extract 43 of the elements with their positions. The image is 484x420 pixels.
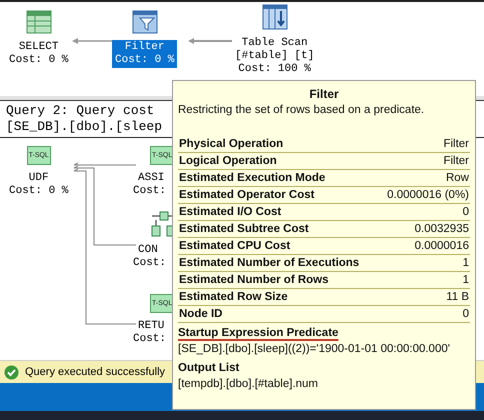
property-name: Estimated Operator Cost: [179, 188, 314, 203]
property-value: 0.0000016: [414, 239, 469, 254]
query-header-text: Query 2: Query cost: [6, 103, 154, 119]
property-name: Estimated Row Size: [179, 290, 288, 305]
property-value: Row: [446, 171, 469, 186]
property-name: Estimated Execution Mode: [179, 171, 326, 186]
property-value: 0: [462, 307, 469, 322]
check-icon: [4, 364, 19, 380]
property-name: Estimated I/O Cost: [179, 205, 282, 220]
property-name: Estimated Subtree Cost: [179, 222, 309, 237]
property-name: Estimated CPU Cost: [179, 239, 290, 254]
section-heading: Startup Expression Predicate: [178, 327, 338, 339]
tooltip-title: Filter: [308, 87, 340, 101]
property-value: 0: [462, 205, 469, 220]
property-name: Node ID: [179, 307, 222, 322]
table-scan-icon[interactable]: [262, 4, 288, 30]
table-icon[interactable]: [26, 10, 52, 34]
property-name: Estimated Number of Rows: [179, 273, 329, 288]
node-label[interactable]: SELECT Cost: 0 %: [6, 40, 72, 68]
tooltip-description: Restricting the set of rows based on a predicate.: [178, 104, 426, 116]
property-value: 1: [462, 256, 469, 271]
property-value: 1: [462, 273, 469, 288]
property-name: Physical Operation: [179, 137, 284, 152]
funnel-icon[interactable]: [132, 10, 158, 34]
node-label[interactable]: UDF Cost: 0 %: [6, 171, 72, 199]
section-heading: Output List: [178, 362, 240, 374]
node-label[interactable]: Filter Cost: 0 %: [112, 40, 178, 68]
status-text: Query executed successfully: [25, 366, 166, 378]
node-label[interactable]: Table Scan [#table] [t] Cost: 100 %: [232, 36, 318, 77]
node-label[interactable]: CON Cost:: [133, 243, 170, 271]
property-name: Logical Operation: [179, 154, 277, 169]
property-value: Filter: [443, 154, 469, 169]
section-text: [tempdb].[dbo].[#table].num: [178, 377, 320, 392]
node-label[interactable]: ASSI Cost:: [133, 171, 170, 199]
connector-arrow: [188, 38, 232, 44]
property-value: 0.0032935: [414, 222, 469, 237]
query-header-text: [SE_DB].[dbo].[sleep: [6, 119, 162, 135]
property-name: Estimated Number of Executions: [179, 256, 360, 271]
section-text: [SE_DB].[dbo].[sleep]((2))='1900-01-01 00:00:00.000': [178, 342, 451, 357]
property-value: Filter: [443, 137, 469, 152]
property-value: 11 B: [446, 290, 469, 305]
property-value: 0.0000016 (0%): [387, 188, 469, 203]
node-label[interactable]: RETU Cost:: [133, 319, 170, 347]
